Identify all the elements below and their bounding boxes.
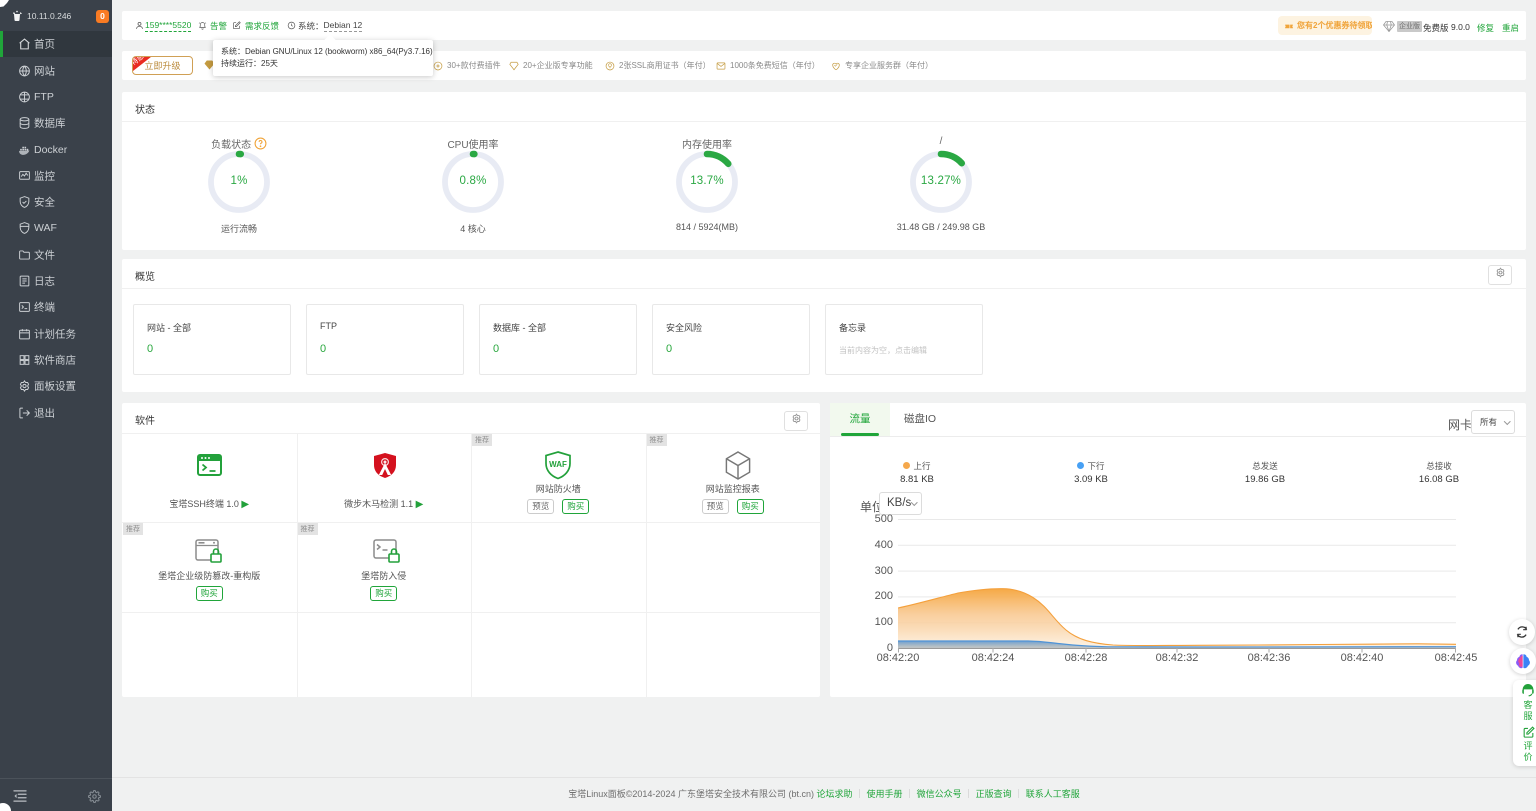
svg-text:WAF: WAF — [549, 460, 567, 469]
